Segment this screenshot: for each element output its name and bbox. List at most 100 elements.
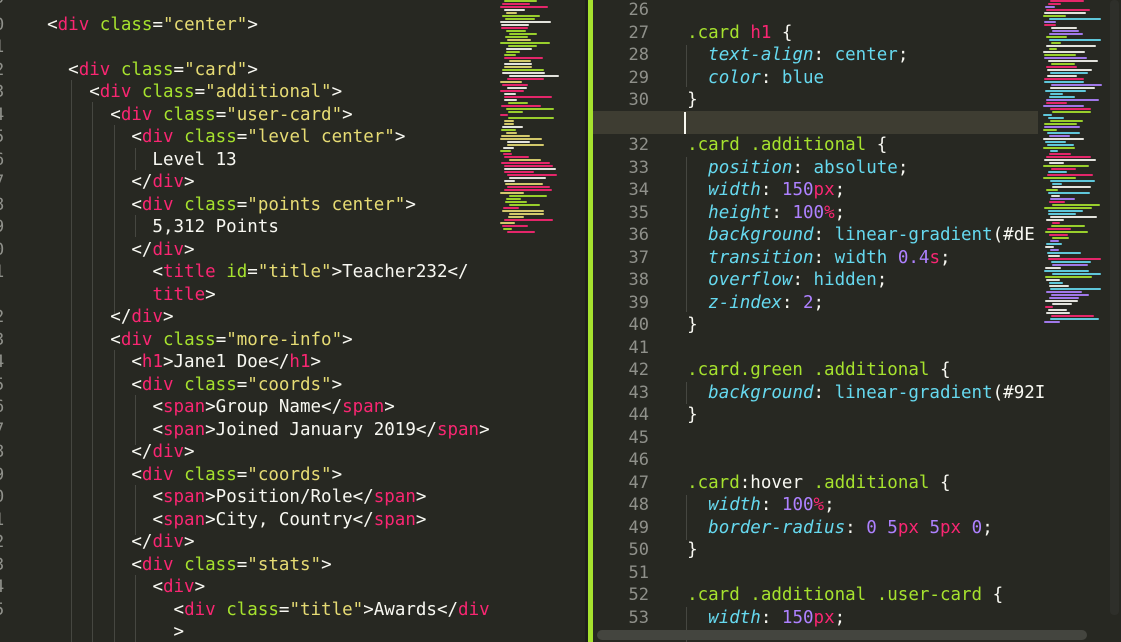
code-line[interactable]: <div class="more-info"> (26, 329, 352, 352)
code-line[interactable]: } (666, 89, 698, 112)
code-token: ; (834, 607, 846, 628)
minimap-line (1043, 129, 1057, 131)
code-line[interactable]: </div> (26, 239, 194, 262)
code-line[interactable]: <span>Group Name</span> (26, 396, 394, 419)
line-number: 8 (0, 194, 8, 217)
code-token: class (141, 82, 195, 102)
code-line[interactable]: <div class="coords"> (26, 374, 342, 397)
minimap-line (1048, 210, 1083, 212)
code-line[interactable]: title> (26, 284, 215, 307)
minimap-line (500, 192, 524, 194)
code-line[interactable]: .card h1 { (666, 22, 792, 45)
code-line[interactable]: <title id="title">Teacher232</ (26, 261, 469, 284)
minimap-line (1044, 159, 1096, 161)
code-line[interactable]: background: linear-gradient(#92I (666, 382, 1045, 405)
code-line[interactable]: } (666, 404, 698, 427)
code-token: 100 (792, 202, 825, 223)
code-line[interactable]: .card .additional .user-card { (666, 584, 1003, 607)
code-token: div (120, 105, 153, 125)
code-token: < (152, 262, 163, 282)
code-line[interactable]: width: 150px; (666, 179, 845, 202)
code-line[interactable]: </div> (26, 171, 194, 194)
code-token: .card.green .additional (687, 360, 930, 380)
code-line[interactable]: </div> (26, 441, 194, 464)
horizontal-scrollbar[interactable] (597, 630, 1087, 640)
html-code-area[interactable]: <div class="center"> <div class="card"> … (26, 0, 506, 642)
code-line[interactable]: height: 100%; (666, 202, 845, 225)
code-line[interactable]: .card.green .additional { (666, 359, 950, 382)
code-token: class (120, 60, 174, 80)
code-token: < (110, 105, 121, 125)
code-token: = (152, 15, 164, 35)
css-code-area[interactable]: .card h1 { text-align: center; color: bl… (666, 0, 1045, 642)
code-line[interactable]: <div class="card"> (26, 59, 258, 82)
code-line[interactable]: transition: width 0.4s; (666, 247, 950, 270)
minimap-line (1048, 117, 1064, 119)
minimap-line (1043, 165, 1089, 167)
code-token: } (666, 90, 698, 110)
left-editor-pane[interactable]: 001234567890123456789012345 <div class="… (0, 0, 585, 642)
code-token: class (163, 105, 216, 125)
code-line[interactable]: z-index: 2; (666, 292, 824, 315)
line-number: 38 (628, 270, 649, 290)
code-line[interactable]: 5,312 Points (26, 216, 278, 239)
code-token: ; (813, 292, 825, 313)
minimap-line (508, 102, 528, 104)
code-line[interactable]: <div class="additional"> (26, 81, 342, 104)
code-line[interactable]: width: 100%; (666, 494, 834, 517)
code-line[interactable]: <h1>Jane1 Doe</h1> (26, 351, 321, 374)
code-line[interactable]: <div class="title">Awards</div (26, 599, 490, 622)
right-editor-pane[interactable]: 2627282930313233343536373839404142434445… (593, 0, 1121, 642)
code-line[interactable]: } (666, 314, 698, 337)
code-line[interactable]: > (26, 621, 185, 642)
code-line[interactable]: <div class="center"> (26, 14, 258, 37)
code-line[interactable]: <div class="coords"> (26, 464, 342, 487)
code-line[interactable]: background: linear-gradient(#dE (666, 224, 1035, 247)
code-token: < (152, 487, 163, 507)
minimap-line (500, 138, 542, 140)
code-token: class (184, 465, 237, 485)
code-line[interactable]: </div> (26, 531, 194, 554)
code-line[interactable]: .card .additional { (666, 134, 887, 157)
code-line[interactable]: <div class="level center"> (26, 126, 405, 149)
code-line[interactable]: width: 150px; (666, 607, 845, 630)
code-line[interactable]: </div> (26, 306, 173, 329)
minimap-line (503, 207, 519, 209)
minimap-line (1044, 126, 1080, 128)
code-line[interactable]: <div class="user-card"> (26, 104, 352, 127)
code-line[interactable]: text-align: center; (666, 44, 908, 67)
code-line[interactable]: color: blue (666, 67, 824, 90)
code-line[interactable]: Level 13 (26, 149, 236, 172)
code-line[interactable]: <div class="points center"> (26, 194, 416, 217)
code-token: div (152, 442, 185, 462)
vertical-scrollbar[interactable] (1110, 0, 1119, 615)
code-token: id (226, 262, 248, 282)
code-line[interactable]: .card:hover .additional { (666, 472, 950, 495)
code-token: div (141, 465, 174, 485)
code-line[interactable]: overflow: hidden; (666, 269, 887, 292)
code-token: width (708, 607, 761, 628)
code-token: div (141, 127, 174, 147)
code-token: z-index (708, 292, 782, 313)
minimap-line (1044, 12, 1086, 14)
code-line[interactable]: <span>Position/Role</span> (26, 486, 426, 509)
code-line[interactable]: <span>City, Country</span> (26, 509, 426, 532)
code-line[interactable]: border-radius: 0 5px 5px 0; (666, 517, 993, 540)
right-minimap[interactable] (1043, 0, 1103, 330)
code-line[interactable]: position: absolute; (666, 157, 908, 180)
line-number: 5 (0, 126, 8, 149)
code-line[interactable]: <div> (26, 576, 205, 599)
minimap-line (508, 216, 524, 218)
minimap-line (509, 195, 547, 197)
code-line[interactable]: <span>Joined January 2019</span> (26, 419, 489, 442)
left-minimap[interactable] (500, 0, 562, 240)
code-token: </ (110, 307, 132, 327)
code-token: >Teacher232</ (331, 262, 469, 282)
code-line[interactable]: } (666, 539, 698, 562)
code-line[interactable]: <div class="stats"> (26, 554, 331, 577)
minimap-line (1050, 249, 1059, 251)
code-token: (#dE (992, 225, 1035, 245)
minimap-line (1050, 318, 1099, 320)
